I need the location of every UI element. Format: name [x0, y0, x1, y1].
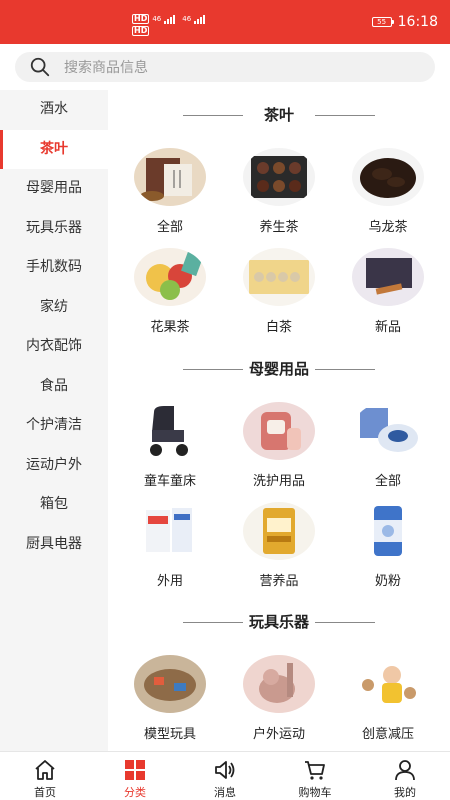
battery-level: 55	[377, 18, 387, 26]
product-tile-nutrition[interactable]: 营养品	[229, 502, 329, 589]
sidebar-item-bedding[interactable]: 家纺	[0, 288, 108, 328]
nav-label: 消息	[214, 786, 236, 799]
clock: 16:18	[397, 14, 438, 30]
product-tile-baby-wash[interactable]: 洗护用品	[229, 402, 329, 489]
nav-messages[interactable]: 消息	[180, 752, 270, 800]
network-type: 46	[182, 15, 192, 23]
product-label: 白茶	[265, 320, 292, 335]
sidebar-item-personal-care[interactable]: 个护清洁	[0, 406, 108, 446]
product-label: 乌龙茶	[368, 220, 408, 235]
product-tile-baby-all[interactable]: 全部	[338, 402, 438, 489]
home-icon	[35, 760, 55, 780]
sidebar-item-tea[interactable]: 茶叶	[0, 129, 108, 169]
nav-category[interactable]: 分类	[90, 752, 180, 800]
tea-gift-box-image	[134, 148, 206, 206]
sidebar-item-bags[interactable]: 箱包	[0, 485, 108, 525]
baby-wash-image	[243, 402, 315, 460]
outdoor-toy-image	[243, 655, 315, 713]
oolong-tea-image	[352, 148, 424, 206]
product-tile-fruit-tea[interactable]: 花果茶	[120, 248, 220, 335]
speaker-icon	[215, 761, 235, 779]
search-placeholder: 搜索商品信息	[64, 60, 148, 76]
product-tile-white-tea[interactable]: 白茶	[229, 248, 329, 335]
product-label: 花果茶	[150, 320, 190, 335]
signal-icon	[194, 15, 206, 24]
sidebar-item-toys[interactable]: 玩具乐器	[0, 209, 108, 249]
section-title-tea: 茶叶	[108, 104, 450, 125]
sidebar-item-sports[interactable]: 运动户外	[0, 446, 108, 486]
battery-icon: 55	[371, 17, 394, 27]
product-tile-new-tea[interactable]: 新品	[338, 248, 438, 335]
bottom-navigation: 首页 分类 消息 购物车 我的	[0, 751, 450, 800]
product-label: 养生茶	[259, 220, 299, 235]
product-label: 洗护用品	[252, 474, 305, 489]
product-tile-tea-all[interactable]: 全部	[120, 148, 220, 235]
stress-toy-image	[352, 655, 424, 713]
product-tile-external-use[interactable]: 外用	[120, 502, 220, 589]
sidebar-item-food[interactable]: 食品	[0, 367, 108, 407]
nav-label: 首页	[34, 786, 56, 799]
nav-cart[interactable]: 购物车	[270, 752, 360, 800]
product-tile-stress-relief[interactable]: 创意减压	[338, 655, 438, 742]
sidebar-item-drinks[interactable]: 酒水	[0, 90, 108, 130]
hd-badge: HD	[132, 26, 150, 36]
product-label: 全部	[156, 220, 183, 235]
product-label: 创意减压	[361, 727, 414, 742]
category-icon	[125, 760, 145, 780]
product-label: 外用	[156, 574, 183, 589]
new-tea-image	[352, 248, 424, 306]
product-tile-model-toy[interactable]: 模型玩具	[120, 655, 220, 742]
category-sidebar: 酒水 茶叶 母婴用品 玩具乐器 手机数码 家纺 内衣配饰 食品 个护清洁 运动户…	[0, 90, 108, 751]
search-icon	[30, 57, 50, 77]
sidebar-item-kitchen[interactable]: 厨具电器	[0, 525, 108, 565]
health-tea-image	[243, 148, 315, 206]
sidebar-item-digital[interactable]: 手机数码	[0, 248, 108, 288]
signal-icon	[164, 15, 176, 24]
milk-powder-image	[352, 502, 424, 560]
profile-icon	[395, 760, 415, 781]
product-tile-health-tea[interactable]: 养生茶	[229, 148, 329, 235]
network-type: 46	[152, 15, 162, 23]
product-tile-stroller[interactable]: 童车童床	[120, 402, 220, 489]
cart-icon	[305, 761, 325, 780]
sidebar-item-underwear[interactable]: 内衣配饰	[0, 327, 108, 367]
section-title-baby: 母婴用品	[108, 358, 450, 379]
nav-label: 购物车	[298, 786, 332, 799]
search-input[interactable]: 搜索商品信息	[15, 52, 435, 82]
product-label: 模型玩具	[143, 727, 196, 742]
model-toy-image	[134, 655, 206, 713]
nutrition-image	[243, 502, 315, 560]
section-title-toys: 玩具乐器	[108, 611, 450, 632]
app-screen: HD 46 46 HD 55 16:18 搜索商品信息 酒水 茶叶 母婴用品 玩…	[0, 0, 450, 800]
product-tile-outdoor[interactable]: 户外运动	[229, 655, 329, 742]
product-label: 全部	[374, 474, 401, 489]
sidebar-item-baby[interactable]: 母婴用品	[0, 169, 108, 209]
product-label: 奶粉	[374, 574, 401, 589]
product-label: 新品	[374, 320, 401, 335]
product-tile-oolong[interactable]: 乌龙茶	[338, 148, 438, 235]
product-tile-milk-powder[interactable]: 奶粉	[338, 502, 438, 589]
external-use-image	[134, 502, 206, 560]
product-label: 户外运动	[252, 727, 305, 742]
nav-profile[interactable]: 我的	[360, 752, 450, 800]
product-label: 营养品	[259, 574, 299, 589]
search-bar: 搜索商品信息	[0, 44, 450, 90]
nav-label: 我的	[394, 786, 416, 799]
white-tea-image	[243, 248, 315, 306]
baby-cream-image	[352, 402, 424, 460]
nav-label: 分类	[124, 786, 146, 799]
stroller-image	[134, 402, 206, 460]
category-content: 茶叶 全部 养生茶 乌龙茶 花果茶 白茶 新品 母婴用品 童车童床 洗护用品 全…	[108, 90, 450, 751]
network-indicators: HD 46 46 HD	[132, 14, 206, 36]
fruit-tea-image	[134, 248, 206, 306]
product-label: 童车童床	[143, 474, 196, 489]
hd-badge: HD	[132, 14, 150, 24]
status-bar: HD 46 46 HD 55 16:18	[0, 0, 450, 44]
nav-home[interactable]: 首页	[0, 752, 90, 800]
